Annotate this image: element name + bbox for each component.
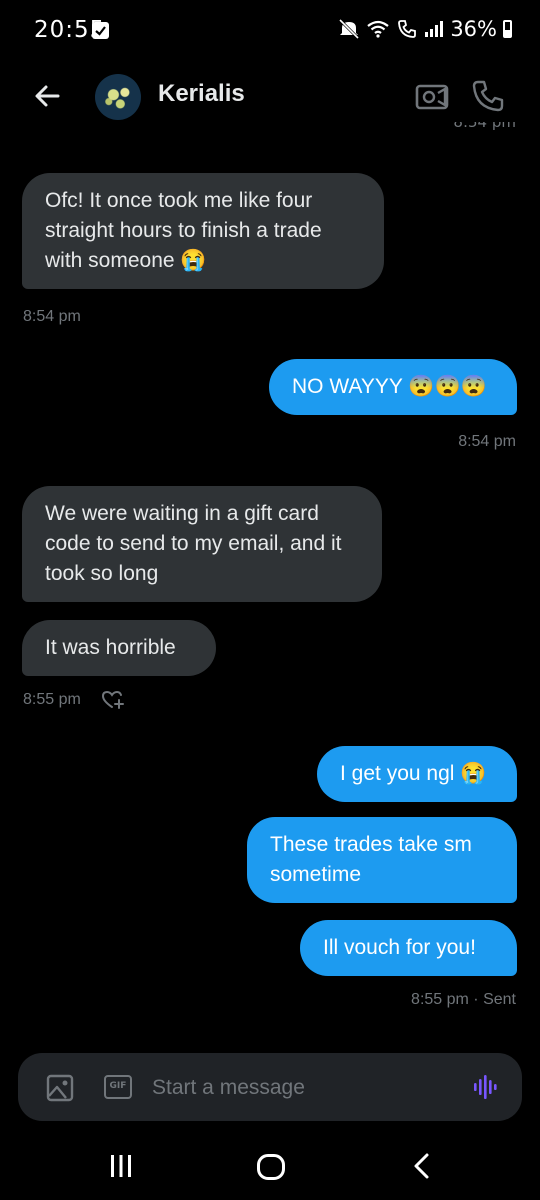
message-composer: GIF: [18, 1053, 522, 1121]
signal-icon: [425, 21, 444, 37]
message-text: Ill vouch for you!: [323, 936, 476, 959]
message-bubble-sent[interactable]: These trades take sm sometime: [247, 817, 517, 903]
message-bubble-received[interactable]: Ofc! It once took me like four straight …: [22, 173, 384, 289]
home-icon[interactable]: [257, 1154, 285, 1180]
message-text: These trades take sm sometime: [270, 833, 472, 886]
status-icons: 36%: [338, 17, 512, 41]
battery-percent: 36%: [450, 17, 497, 41]
message-timestamp: 8:54 pm: [458, 433, 516, 450]
image-icon[interactable]: [46, 1074, 74, 1102]
voice-icon[interactable]: [472, 1073, 500, 1101]
message-input[interactable]: [150, 1071, 454, 1105]
dm-conversation-screen: 20:55 36% Kerialis 8:54 pm Ofc! It once …: [0, 0, 540, 1200]
contact-name[interactable]: Kerialis: [158, 80, 245, 108]
wifi-icon: [367, 20, 389, 38]
message-text: I get you ngl 😭: [340, 762, 487, 785]
message-text: It was horrible: [45, 636, 176, 659]
message-bubble-sent[interactable]: Ill vouch for you!: [300, 920, 517, 976]
conversation-header: Kerialis: [0, 62, 540, 130]
system-nav-bar: [0, 1128, 540, 1200]
message-text: NO WAYYY 😨😨😨: [292, 375, 487, 398]
back-icon[interactable]: [410, 1152, 432, 1180]
message-text: Ofc! It once took me like four straight …: [45, 189, 322, 272]
message-bubble-sent[interactable]: I get you ngl 😭: [317, 746, 517, 802]
battery-icon: [503, 20, 512, 38]
back-arrow-icon[interactable]: [28, 76, 68, 116]
avatar[interactable]: [95, 74, 141, 120]
message-bubble-received[interactable]: It was horrible: [22, 620, 216, 676]
phone-icon[interactable]: [470, 78, 506, 114]
message-timestamp: 8:55 pm: [23, 691, 81, 708]
message-text: We were waiting in a gift card code to s…: [45, 502, 342, 585]
message-timestamp-status: 8:55 pm · Sent: [411, 991, 516, 1008]
status-bar: 20:55 36%: [0, 0, 540, 60]
volte-call-icon: [398, 20, 417, 38]
check-icon: [92, 22, 109, 39]
clipped-timestamp: 8:54 pm: [453, 122, 516, 131]
mute-icon: [339, 18, 360, 40]
video-icon[interactable]: [414, 80, 450, 112]
gif-icon[interactable]: GIF: [104, 1075, 132, 1099]
message-bubble-received[interactable]: We were waiting in a gift card code to s…: [22, 486, 382, 602]
message-timestamp: 8:54 pm: [23, 308, 81, 325]
recent-apps-icon[interactable]: [108, 1154, 134, 1178]
message-bubble-sent[interactable]: NO WAYYY 😨😨😨: [269, 359, 517, 415]
add-reaction-heart-icon[interactable]: [101, 689, 125, 711]
